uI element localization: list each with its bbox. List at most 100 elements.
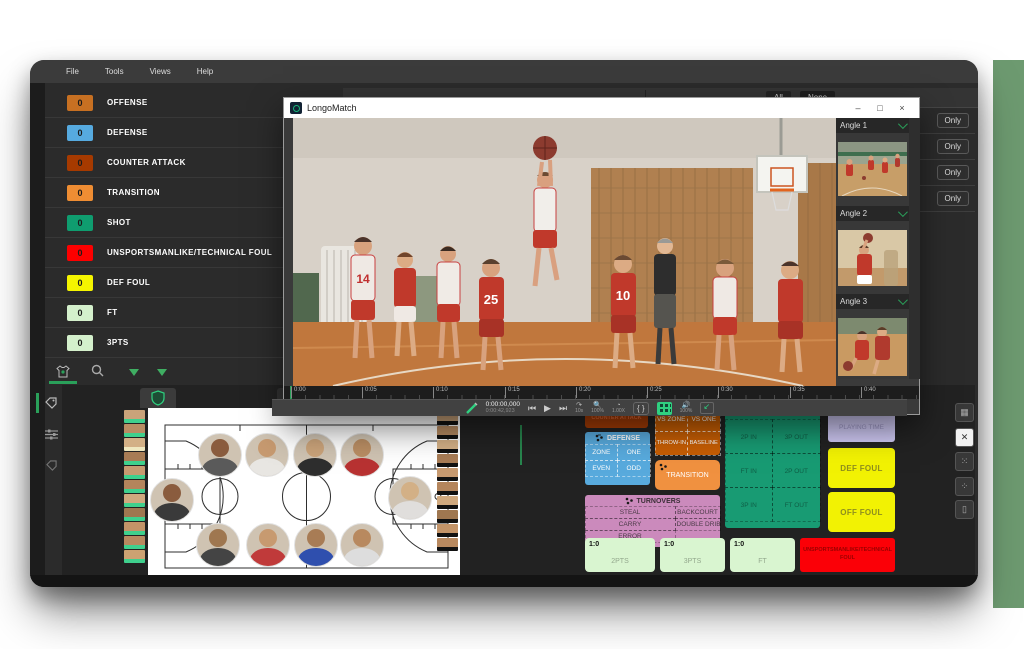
roster-player-card[interactable] — [124, 410, 145, 423]
zoom-control[interactable]: 🔍 100% — [591, 402, 604, 414]
tag-view-button[interactable] — [40, 392, 62, 414]
next-frame-button[interactable]: ⏭ — [559, 404, 567, 413]
2p-out-cell[interactable]: 2P OUT — [772, 453, 821, 488]
court-player-photo[interactable] — [245, 433, 289, 477]
resize-grid-button[interactable]: ⁘ — [955, 477, 974, 496]
court-player-photo[interactable] — [196, 523, 240, 567]
def-foul-button[interactable]: DEF FOUL — [828, 448, 895, 488]
court-player-photo[interactable] — [198, 433, 242, 477]
2p-in-cell[interactable]: 2P IN — [725, 419, 774, 454]
settings-view-button[interactable] — [40, 423, 62, 445]
roster-player-card[interactable] — [437, 454, 458, 467]
tech-foul-button[interactable]: UNSPORTSMANLIKE/TECHNICAL FOUL — [800, 538, 895, 572]
only-button[interactable]: Only — [937, 113, 969, 128]
roster-player-card[interactable] — [437, 468, 458, 481]
angle-1-thumbnail[interactable] — [838, 142, 907, 196]
roster-player-card[interactable] — [124, 466, 145, 479]
roster-player-card[interactable] — [437, 426, 458, 439]
roster-player-card[interactable] — [437, 538, 458, 551]
roster-player-card[interactable] — [437, 510, 458, 523]
close-button[interactable]: × — [891, 103, 913, 113]
menu-views[interactable]: Views — [150, 67, 171, 76]
jump-control[interactable]: ↷ 10s — [575, 402, 583, 414]
tactics-court-canvas[interactable] — [148, 408, 460, 575]
only-button[interactable]: Only — [937, 165, 969, 180]
link-buttons-button[interactable]: ⁙ — [955, 452, 974, 471]
ft-button[interactable]: 1:0 FT — [730, 538, 795, 572]
video-frame[interactable]: 14 2 — [293, 118, 836, 386]
minimize-button[interactable]: – — [847, 103, 869, 113]
angle-1-selector[interactable]: Angle 1 — [836, 118, 909, 133]
roster-player-card[interactable] — [124, 536, 145, 549]
defense-one-cell[interactable]: ONE — [617, 444, 651, 461]
roster-player-card[interactable] — [124, 480, 145, 493]
angle-2-selector[interactable]: Angle 2 — [836, 206, 909, 221]
roster-player-card[interactable] — [437, 440, 458, 453]
roster-player-card[interactable] — [124, 424, 145, 437]
delete-button[interactable]: ✕ — [955, 428, 974, 447]
multiview-grid-button[interactable] — [657, 402, 672, 415]
home-team-tab[interactable] — [140, 388, 176, 408]
baseline-cell[interactable]: BASELINE — [687, 431, 721, 456]
angles-scrollbar-gutter[interactable] — [909, 118, 920, 379]
court-player-photo[interactable] — [293, 433, 337, 477]
filter-dropdown-icon[interactable] — [157, 369, 167, 376]
segment-brackets-button[interactable]: { } — [633, 402, 649, 415]
menu-file[interactable]: File — [66, 67, 79, 76]
court-player-photo[interactable] — [294, 523, 338, 567]
play-button[interactable]: ▶ — [544, 404, 551, 413]
court-player-photo[interactable] — [150, 478, 194, 522]
menu-help[interactable]: Help — [197, 67, 213, 76]
players-filter-tab[interactable] — [49, 361, 77, 384]
court-player-photo[interactable] — [388, 476, 432, 520]
defense-even-cell[interactable]: EVEN — [585, 460, 619, 477]
roster-player-card[interactable] — [124, 438, 145, 451]
court-player-photo[interactable] — [340, 523, 384, 567]
defense-odd-cell[interactable]: ODD — [617, 460, 651, 477]
angle-2-thumbnail[interactable] — [838, 230, 907, 286]
3p-out-cell[interactable]: 3P OUT — [772, 419, 821, 454]
timeline-ruler[interactable]: 0:00 0:05 0:10 0:15 0:20 0:25 0:30 0:35 … — [284, 386, 919, 399]
court-player-photo[interactable] — [246, 523, 290, 567]
ft-in-cell[interactable]: FT IN — [725, 453, 774, 488]
label-view-button[interactable] — [40, 454, 62, 476]
menu-tools[interactable]: Tools — [105, 67, 124, 76]
3pts-button[interactable]: 1:0 3PTS — [660, 538, 725, 572]
defense-panel[interactable]: DEFENSE ZONE ONE EVEN ODD — [585, 432, 650, 485]
roster-player-card[interactable] — [124, 452, 145, 465]
home-roster-list[interactable] — [124, 410, 146, 563]
draw-pencil-icon[interactable] — [465, 402, 478, 415]
throw-in-cell[interactable]: THROW-IN — [655, 431, 689, 456]
playing-time-button[interactable]: PLAYING TIME — [828, 412, 895, 442]
maximize-button[interactable]: □ — [869, 103, 891, 113]
transition-button[interactable]: TRANSITION — [655, 460, 720, 490]
player-title-bar[interactable]: LongoMatch – □ × — [284, 98, 919, 118]
roster-player-card[interactable] — [437, 524, 458, 537]
roster-player-card[interactable] — [124, 494, 145, 507]
only-button[interactable]: Only — [937, 191, 969, 206]
angle-3-thumbnail[interactable] — [838, 318, 907, 376]
only-button[interactable]: Only — [937, 139, 969, 154]
roster-player-card[interactable] — [437, 482, 458, 495]
3p-in-cell[interactable]: 3P IN — [725, 487, 774, 522]
shot-panel[interactable]: SHOT 2P IN 3P OUT FT IN 2P OUT 3P IN FT … — [725, 408, 820, 528]
previous-frame-button[interactable]: ⏮ — [528, 404, 536, 413]
off-foul-button[interactable]: OFF FOUL — [828, 492, 895, 532]
angle-3-selector[interactable]: Angle 3 — [836, 294, 909, 309]
fit-buttons-button[interactable]: ▯ — [955, 500, 974, 519]
rate-control[interactable]: ◔ 1.00X — [612, 402, 625, 414]
court-player-photo[interactable] — [340, 433, 384, 477]
ft-out-cell[interactable]: FT OUT — [772, 487, 821, 522]
filter-dropdown-icon[interactable] — [129, 369, 139, 376]
search-icon[interactable] — [91, 364, 104, 377]
volume-control[interactable]: 🔊 100% — [680, 402, 693, 414]
roster-player-card[interactable] — [124, 522, 145, 535]
roster-player-card[interactable] — [124, 550, 145, 563]
detach-window-button[interactable] — [700, 402, 714, 414]
keyboard-shortcuts-button[interactable]: ▦ — [955, 403, 974, 422]
defense-zone-cell[interactable]: ZONE — [585, 444, 619, 461]
2pts-button[interactable]: 1:0 2PTS — [585, 538, 655, 572]
away-roster-list[interactable] — [437, 412, 459, 551]
roster-player-card[interactable] — [124, 508, 145, 521]
roster-player-card[interactable] — [437, 496, 458, 509]
